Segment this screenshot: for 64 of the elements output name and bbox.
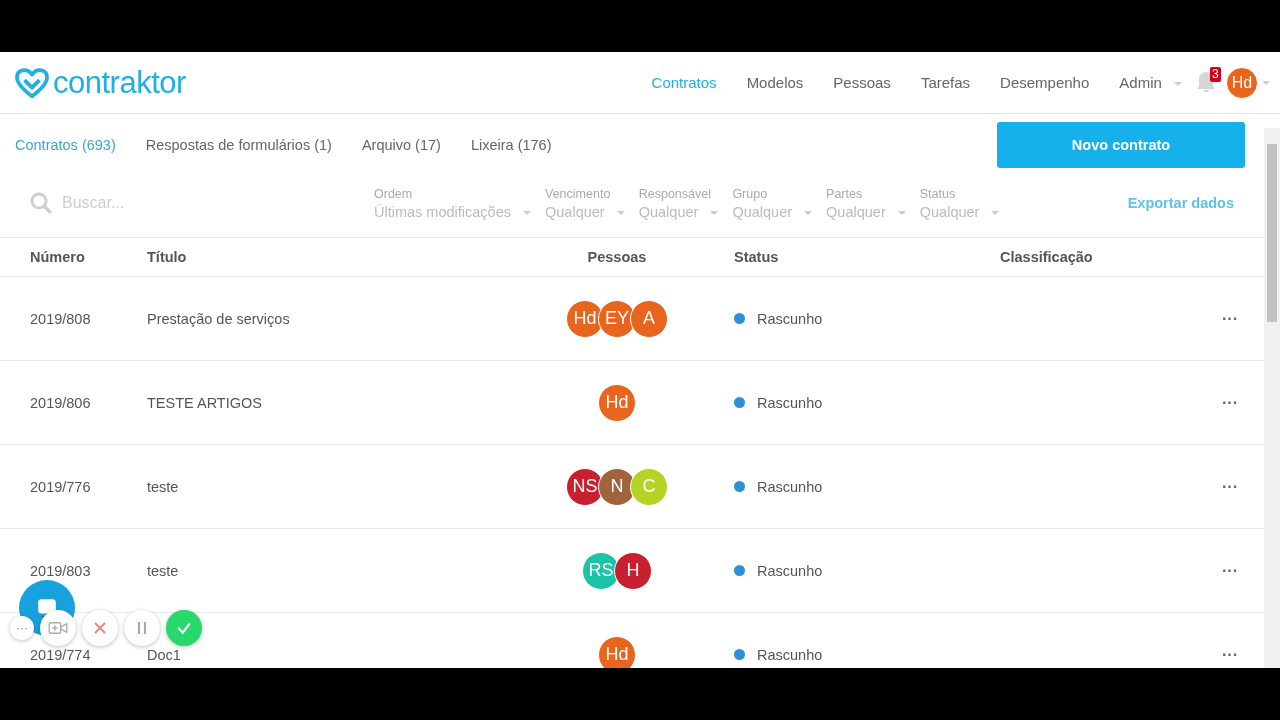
column-header[interactable]: Status — [694, 249, 1000, 265]
table-cell-text: 2019/806 — [30, 394, 92, 411]
camera-icon[interactable] — [40, 610, 76, 646]
table-cell-text: TESTE ARTIGOS — [147, 394, 263, 411]
column-header[interactable]: Título — [147, 249, 540, 265]
search-icon — [30, 192, 52, 214]
more-button[interactable]: ··· — [1216, 476, 1244, 497]
tab[interactable]: Lixeira (176) — [470, 137, 552, 153]
nav-link[interactable]: Pessoas — [833, 74, 891, 91]
brand-name: contraktor — [53, 64, 186, 101]
more-button[interactable]: ··· — [1216, 560, 1244, 581]
nav-link[interactable]: Desempenho — [1000, 74, 1090, 91]
tab[interactable]: Arquivo (17) — [361, 137, 441, 153]
column-header[interactable]: Pessoas — [587, 249, 647, 265]
status-text: Rascunho — [757, 394, 823, 411]
status-dot — [734, 313, 745, 324]
table-cell-text: Prestação de serviços — [147, 310, 291, 327]
user-avatar[interactable]: Hd — [1226, 66, 1258, 99]
table-cell-text: 2019/776 — [30, 478, 92, 495]
tab[interactable]: Respostas de formulários (1) — [145, 137, 332, 153]
person-avatar: H — [614, 551, 652, 590]
filter-label: Partes — [826, 186, 864, 201]
more-button[interactable]: ··· — [10, 616, 34, 640]
table-cell-text: 2019/808 — [30, 310, 92, 327]
logo-icon — [15, 67, 49, 98]
table-cell-text: Doc1 — [147, 646, 182, 663]
nav-link[interactable]: Tarefas — [920, 74, 971, 91]
status-text: Rascunho — [757, 562, 823, 579]
scroll-thumb[interactable] — [1267, 144, 1277, 322]
bell-icon[interactable] — [1196, 70, 1216, 93]
table-cell-text: 2019/774 — [30, 646, 92, 663]
pause-icon[interactable] — [124, 610, 160, 646]
notification-badge: 3 — [1210, 66, 1221, 82]
table-cell-text: 2019/803 — [30, 562, 92, 579]
status-text: Rascunho — [757, 310, 823, 327]
status-dot — [734, 565, 745, 576]
caret-icon[interactable] — [1262, 80, 1270, 85]
filter-label: Status — [919, 186, 957, 201]
filter-label: Grupo — [732, 186, 769, 201]
admin-menu[interactable]: Admin — [1119, 74, 1182, 91]
person-avatar: Hd — [598, 383, 636, 422]
filter-label: Ordem — [374, 186, 414, 201]
column-header[interactable]: Classificação — [1000, 249, 1160, 265]
more-button[interactable]: ··· — [1216, 392, 1244, 413]
more-button[interactable]: ··· — [1216, 308, 1244, 329]
scrollbar[interactable] — [1264, 128, 1280, 668]
status-text: Rascunho — [757, 646, 823, 663]
column-header[interactable]: Número — [30, 249, 147, 265]
filter-label: Vencimento — [545, 186, 612, 201]
person-avatar: A — [630, 299, 668, 338]
person-avatar: Hd — [598, 635, 636, 668]
table-cell-text: teste — [147, 478, 180, 495]
person-avatar: C — [630, 467, 668, 506]
status-dot — [734, 649, 745, 660]
status-dot — [734, 481, 745, 492]
close-icon[interactable] — [82, 610, 118, 646]
nav-link[interactable]: Modelos — [746, 74, 804, 91]
status-dot — [734, 397, 745, 408]
check-icon[interactable] — [166, 610, 202, 646]
table-cell-text: teste — [147, 562, 180, 579]
filter-label: Responsável — [638, 186, 712, 201]
status-text: Rascunho — [757, 478, 823, 495]
tab[interactable]: Contratos (693) — [15, 137, 116, 153]
more-button[interactable]: ··· — [1216, 644, 1244, 665]
